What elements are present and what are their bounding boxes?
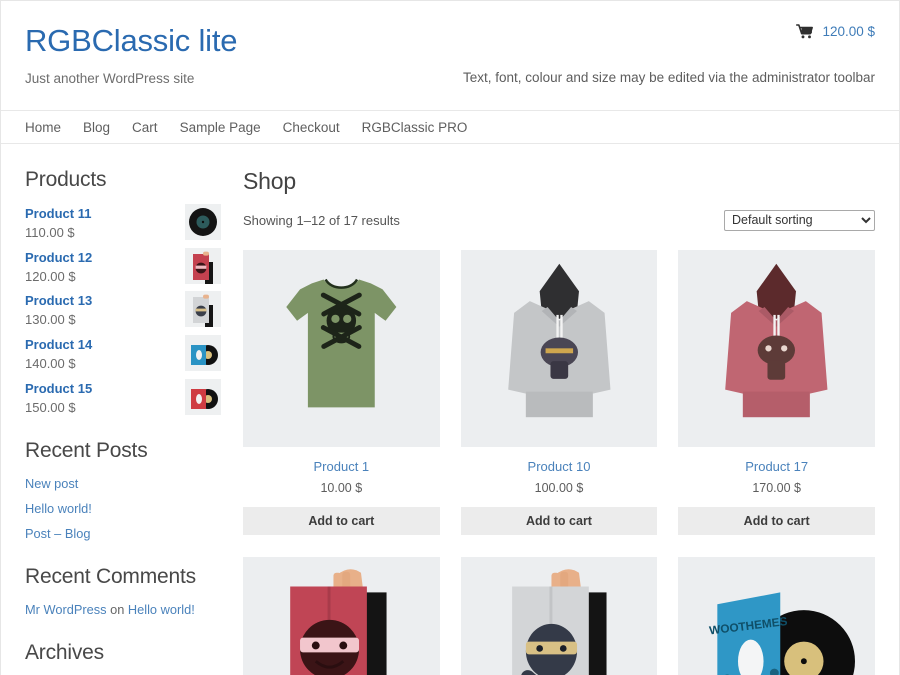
poster-ninja-red-image[interactable]: W (243, 557, 440, 675)
page-container: RGBClassic lite Just another WordPress s… (0, 0, 900, 675)
recent-comment-item: Mr WordPress on Hello world! (25, 601, 221, 619)
sidebar-product-text: Product 15 150.00 $ (25, 379, 92, 418)
hoodie-grey-image[interactable] (460, 250, 658, 447)
content-wrapper: Products Product 11 110.00 $ Product 12 … (1, 144, 899, 675)
list-item[interactable]: Product 11 110.00 $ (25, 204, 221, 243)
hoodie-red-image[interactable] (678, 250, 875, 447)
product-grid: Product 1 10.00 $ Add to cart Product 10… (243, 250, 875, 675)
widget-title-recent-posts: Recent Posts (25, 439, 148, 463)
sidebar-product-price: 110.00 $ (25, 224, 75, 240)
list-item[interactable]: Product 15 150.00 $ (25, 378, 221, 418)
vinyl-record-black-thumbnail[interactable] (185, 204, 221, 240)
list-item[interactable]: Product 14 140.00 $ (25, 335, 221, 374)
nav-item-sample-page[interactable]: Sample Page (180, 120, 261, 135)
product-card: WOOTHEMES (678, 557, 875, 675)
sidebar-product-text: Product 11 110.00 $ (25, 204, 91, 243)
add-to-cart-button[interactable]: Add to cart (460, 507, 658, 535)
product-card: Product 17 170.00 $ Add to cart (678, 250, 875, 535)
list-item: New post (25, 475, 221, 493)
poster-ninja-grey-image[interactable] (460, 557, 658, 675)
album-sleeve-blue-thumbnail[interactable] (185, 335, 221, 372)
poster-ninja-red-thumbnail[interactable] (185, 247, 221, 284)
sidebar-product-price: 130.00 $ (25, 312, 76, 328)
product-price: 10.00 $ (320, 481, 363, 495)
shop-toolbar: Showing 1–12 of 17 results Default sorti… (243, 207, 875, 233)
sidebar: Products Product 11 110.00 $ Product 12 … (25, 168, 221, 675)
primary-navigation: Home Blog Cart Sample Page Checkout RGBC… (1, 111, 899, 144)
result-count: Showing 1–12 of 17 results (243, 212, 400, 228)
shopping-cart-icon (796, 23, 814, 38)
widget-recent-comments: Recent Comments Mr WordPress on Hello wo… (25, 565, 221, 619)
site-header: RGBClassic lite Just another WordPress s… (1, 1, 899, 111)
widget-recent-posts: Recent Posts New post Hello world! Post … (25, 439, 221, 543)
nav-item-cart[interactable]: Cart (132, 120, 158, 135)
nav-item-rgbclassic-pro[interactable]: RGBClassic PRO (362, 120, 468, 135)
comment-post-link[interactable]: Hello world! (128, 602, 195, 617)
nav-item-checkout[interactable]: Checkout (283, 120, 340, 135)
widget-title-products: Products (25, 168, 107, 191)
admin-toolbar-note: Text, font, colour and size may be edite… (463, 70, 875, 85)
sidebar-product-name[interactable]: Product 12 (25, 249, 92, 268)
comment-on-text: on (106, 602, 128, 618)
poster-ninja-grey-thumbnail[interactable] (185, 291, 221, 328)
cart-total: 120.00 $ (822, 23, 875, 39)
sidebar-product-name[interactable]: Product 11 (25, 205, 91, 224)
sidebar-product-text: Product 14 140.00 $ (25, 335, 92, 374)
sidebar-product-name[interactable]: Product 13 (25, 292, 92, 311)
widget-title-archives: Archives (25, 641, 104, 665)
list-item[interactable]: Product 12 120.00 $ (25, 247, 221, 287)
sidebar-product-text: Product 12 120.00 $ (25, 248, 92, 287)
list-item[interactable]: Product 13 130.00 $ (25, 291, 221, 330)
sidebar-product-name[interactable]: Product 15 (25, 380, 92, 399)
recent-posts-list: New post Hello world! Post – Blog (25, 475, 221, 543)
product-name[interactable]: Product 10 (461, 459, 658, 474)
main-content: Shop Showing 1–12 of 17 results Default … (243, 168, 875, 675)
sidebar-product-name[interactable]: Product 14 (25, 336, 92, 355)
sidebar-product-list: Product 11 110.00 $ Product 12 120.00 $ … (25, 204, 221, 417)
nav-item-home[interactable]: Home (25, 120, 61, 135)
add-to-cart-button[interactable]: Add to cart (243, 507, 440, 535)
list-item: Hello world! (25, 500, 221, 518)
cart-link[interactable]: 120.00 $ (463, 21, 875, 41)
product-card: W (243, 557, 440, 675)
product-price: 100.00 $ (534, 481, 584, 495)
product-card: Product 1 10.00 $ Add to cart (243, 250, 440, 535)
sort-select[interactable]: Default sorting (724, 209, 875, 231)
sidebar-product-price: 120.00 $ (25, 268, 76, 284)
sidebar-product-price: 150.00 $ (25, 399, 76, 415)
recent-post-link-new-post[interactable]: New post (25, 476, 78, 491)
nav-item-blog[interactable]: Blog (83, 120, 110, 135)
widget-archives: Archives March 2017 February 2017 (25, 641, 221, 675)
album-woothemes-blue-image[interactable]: WOOTHEMES (678, 557, 875, 675)
widget-products: Products Product 11 110.00 $ Product 12 … (25, 168, 221, 417)
tshirt-green-skull-image[interactable] (243, 250, 440, 447)
widget-title-recent-comments: Recent Comments (25, 565, 196, 589)
add-to-cart-button[interactable]: Add to cart (678, 507, 875, 535)
list-item: Post – Blog (25, 525, 221, 543)
product-card (460, 557, 658, 675)
page-title: Shop (243, 168, 296, 194)
album-sleeve-red-thumbnail[interactable] (185, 378, 221, 415)
product-name[interactable]: Product 17 (678, 459, 875, 474)
sidebar-product-text: Product 13 130.00 $ (25, 291, 92, 330)
recent-post-link-post-blog[interactable]: Post – Blog (25, 526, 90, 541)
product-price: 170.00 $ (752, 481, 801, 495)
comment-author-link[interactable]: Mr WordPress (25, 602, 107, 617)
sidebar-product-price: 140.00 $ (25, 355, 76, 371)
header-right-block: 120.00 $ Text, font, colour and size may… (463, 21, 875, 86)
recent-post-link-hello-world[interactable]: Hello world! (25, 501, 92, 516)
product-card: Product 10 100.00 $ Add to cart (460, 250, 658, 535)
product-name[interactable]: Product 1 (243, 459, 440, 474)
